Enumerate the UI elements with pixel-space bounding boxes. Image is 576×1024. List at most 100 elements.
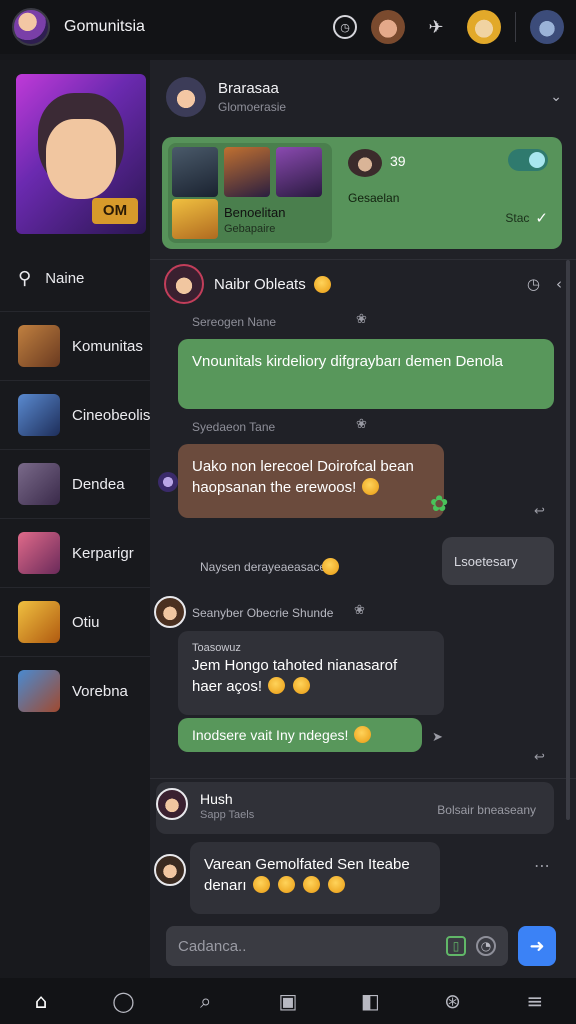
community-thumbnail xyxy=(18,325,60,367)
app-root: Gomunitsia ◷ ✈ OM ⚲ Naine Komunitas Cine… xyxy=(0,0,576,1024)
chat-panel: Brarasaa Glomoerasie ⌄ Benoelitan Gebapa… xyxy=(150,60,576,978)
thread-header: Naibr Obleats ◷ ‹ xyxy=(164,262,562,306)
message-text: Inodsere vait Iny ndeges! xyxy=(192,727,349,743)
character-card xyxy=(172,147,218,197)
thread-avatar[interactable] xyxy=(164,264,204,304)
scrollbar[interactable] xyxy=(566,260,570,820)
game-icon[interactable]: ⊛ xyxy=(433,981,473,1021)
send-arrow-icon[interactable]: ➤ xyxy=(432,730,443,745)
featured-game-banner[interactable]: OM xyxy=(16,74,146,234)
search-icon: ⚲ xyxy=(18,268,32,289)
promo-details: 39 Gesaelan Stac ✓ xyxy=(348,147,548,239)
thread-name: Naibr Obleats xyxy=(214,275,306,293)
promo-toggle[interactable] xyxy=(508,149,548,171)
check-icon: ✓ xyxy=(535,209,548,227)
sidebar-item-cineobeolis[interactable]: Cineobeolis xyxy=(0,380,150,449)
promo-avatar xyxy=(348,149,382,177)
reaction-icon[interactable]: ❀ xyxy=(356,312,367,327)
group-subtitle: Glomoerasie xyxy=(218,100,287,114)
message-bubble[interactable]: Uako non lerecoel Doirofcal bean haopsan… xyxy=(178,444,444,518)
plane-icon[interactable]: ✈ xyxy=(419,10,453,44)
message-meta: Naysen derayeaeasace xyxy=(200,560,327,574)
community-thumbnail xyxy=(18,601,60,643)
section-divider xyxy=(150,259,576,260)
sidebar-item-label: Vorebna xyxy=(72,682,128,700)
chat-icon[interactable]: ▣ xyxy=(268,981,308,1021)
sidebar-item-kerparigr[interactable]: Kerparigr xyxy=(0,518,150,587)
promo-action[interactable]: Stac ✓ xyxy=(505,209,548,227)
profile-avatar[interactable] xyxy=(12,8,50,46)
community-thumbnail xyxy=(18,394,60,436)
search-icon[interactable]: ⌕ xyxy=(186,981,226,1021)
pinned-avatar[interactable] xyxy=(156,788,188,820)
bag-icon[interactable]: ◧ xyxy=(350,981,390,1021)
promo-card-subtitle: Gebapaire xyxy=(224,223,276,235)
sidebar-item-dendea[interactable]: Dendea xyxy=(0,449,150,518)
message-bubble[interactable]: Vnounitals kirdeliory difgraybarı demen … xyxy=(178,339,554,409)
reaction-icon[interactable]: ❀ xyxy=(354,603,365,618)
more-icon[interactable]: ⋯ xyxy=(534,856,550,875)
reply-icon[interactable]: ↩ xyxy=(534,750,545,765)
promo-action-label: Stac xyxy=(505,211,530,225)
character-card xyxy=(276,147,322,197)
sidebar-item-otiu[interactable]: Otiu xyxy=(0,587,150,656)
message-meta: Seanyber Obecrie Shunde xyxy=(192,606,334,620)
friend-avatar-3[interactable] xyxy=(530,10,564,44)
chevron-down-icon[interactable]: ⌄ xyxy=(550,89,562,105)
promo-card-gallery: Benoelitan Gebapaire xyxy=(168,143,332,243)
sender-avatar[interactable] xyxy=(158,472,178,492)
character-card xyxy=(224,147,270,197)
top-divider xyxy=(515,12,516,42)
hero-badge: OM xyxy=(92,198,138,224)
community-thumbnail xyxy=(18,463,60,505)
message-bubble[interactable]: Toasowuz Jem Hongo tahoted nianasarof ha… xyxy=(178,631,444,715)
emoji-icon xyxy=(277,876,295,893)
hero-character-image xyxy=(46,119,116,199)
sidebar-item-label: Cineobeolis xyxy=(72,406,151,424)
group-header[interactable]: Brarasaa Glomoerasie ⌄ xyxy=(166,74,562,120)
sidebar-search[interactable]: ⚲ Naine xyxy=(18,268,150,289)
promo-label: Gesaelan xyxy=(348,191,400,205)
message-bubble[interactable]: Lsoetesary xyxy=(442,537,554,585)
reply-icon[interactable]: ↩ xyxy=(534,504,545,519)
message-text: Uako non lerecoel Doirofcal bean haopsan… xyxy=(192,458,414,496)
message-bubble[interactable]: Inodsere vait Iny ndeges! xyxy=(178,718,422,752)
emoji-icon xyxy=(322,558,339,575)
sender-avatar[interactable] xyxy=(154,596,186,628)
send-button[interactable]: ➜ xyxy=(518,926,556,966)
home-icon[interactable]: ⌂ xyxy=(21,981,61,1021)
profile-icon[interactable]: ◯ xyxy=(103,981,143,1021)
reaction-icon[interactable]: ❀ xyxy=(356,417,367,432)
community-thumbnail xyxy=(18,532,60,574)
emoji-icon xyxy=(252,876,270,893)
promo-count: 39 xyxy=(390,153,406,169)
menu-icon[interactable]: ≡ xyxy=(515,981,555,1021)
sidebar-list: Komunitas Cineobeolis Dendea Kerparigr O… xyxy=(0,311,150,725)
sidebar-item-vorebna[interactable]: Vorebna xyxy=(0,656,150,725)
message-bubble[interactable]: Varean Gemolfated Sen Iteabe denarı xyxy=(190,842,440,914)
message-meta: Syedaeon Tane xyxy=(192,420,276,434)
message-input[interactable] xyxy=(178,937,436,955)
attach-icon[interactable]: ▯ xyxy=(446,936,466,956)
collapse-icon[interactable]: ‹ xyxy=(556,275,562,293)
sidebar-item-komunitas[interactable]: Komunitas xyxy=(0,311,150,380)
timer-icon[interactable]: ◷ xyxy=(527,275,540,293)
sender-avatar[interactable] xyxy=(154,854,186,886)
emoji-icon xyxy=(293,677,311,694)
pinned-conversation[interactable]: Hush Sapp Taels Bolsair bneaseany xyxy=(156,782,554,834)
friend-avatar-1[interactable] xyxy=(371,10,405,44)
character-card xyxy=(172,199,218,239)
pinned-note: Bolsair bneaseany xyxy=(437,803,536,817)
friend-avatar-2[interactable] xyxy=(467,10,501,44)
sticker-icon[interactable]: ✿ xyxy=(430,492,448,517)
sidebar-item-label: Komunitas xyxy=(72,337,143,355)
emoji-picker-icon[interactable]: ◔ xyxy=(476,936,496,956)
message-tag: Toasowuz xyxy=(192,642,241,654)
thread-actions: ◷ ‹ xyxy=(527,275,562,293)
message-composer: ▯ ◔ xyxy=(166,926,508,966)
compass-icon[interactable]: ◷ xyxy=(333,15,357,39)
top-bar: Gomunitsia ◷ ✈ xyxy=(0,0,576,54)
promo-card[interactable]: Benoelitan Gebapaire 39 Gesaelan Stac ✓ xyxy=(162,137,562,249)
promo-card-title: Benoelitan xyxy=(224,205,286,220)
message-meta: Sereogen Nane xyxy=(192,315,277,329)
